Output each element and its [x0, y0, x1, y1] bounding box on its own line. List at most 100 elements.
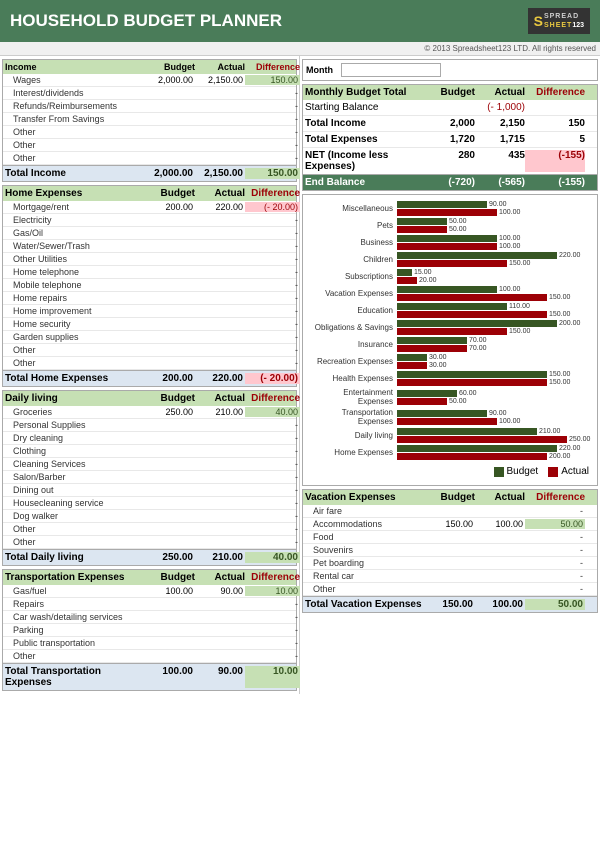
chart-row: Transportation Expenses90.00100.00 [307, 408, 593, 426]
chart-row: Entertainment Expenses60.0050.00 [307, 388, 593, 406]
table-row: Other - [3, 126, 296, 139]
row-budget [145, 472, 195, 482]
bar-budget [397, 354, 427, 361]
home-total: Total Home Expenses 200.00 220.00 (- 20.… [3, 370, 296, 386]
bar-budget-val: 50.00 [449, 218, 467, 225]
table-row: Water/Sewer/Trash - [3, 240, 296, 253]
row-diff: - [525, 545, 585, 555]
row-label: Home security [5, 319, 145, 329]
bar-actual [397, 453, 547, 460]
row-label: Garden supplies [5, 332, 145, 342]
row-actual [195, 498, 245, 508]
table-row: Gas/Oil - [3, 227, 296, 240]
daily-total: Total Daily living 250.00 210.00 40.00 [3, 549, 296, 565]
daily-header: Daily living Budget Actual Difference [3, 391, 296, 406]
row-label: Refunds/Reimbursements [5, 101, 145, 111]
table-row: Transfer From Savings - [3, 113, 296, 126]
row-actual [195, 420, 245, 430]
row-actual [475, 558, 525, 568]
bar-budget [397, 303, 507, 310]
chart-row: Home Expenses220.00200.00 [307, 445, 593, 460]
row-label: Public transportation [5, 638, 145, 648]
row-budget [425, 584, 475, 594]
bar-actual-val: 30.00 [429, 362, 447, 369]
home-section: Home Expenses Budget Actual Difference M… [2, 185, 297, 387]
bar-actual [397, 362, 427, 369]
table-row: Rental car - [303, 570, 597, 583]
row-actual [195, 345, 245, 355]
income-col-budget: Budget [145, 62, 195, 72]
row-budget [145, 228, 195, 238]
month-section: Month [302, 59, 598, 81]
row-budget [145, 537, 195, 547]
chart-row: Subscriptions15.0020.00 [307, 269, 593, 284]
table-row: Refunds/Reimbursements - [3, 100, 296, 113]
logo-spread: SPREAD [544, 12, 579, 21]
row-label: Car wash/detailing services [5, 612, 145, 622]
row-diff: - [245, 472, 300, 482]
row-budget [145, 88, 195, 98]
row-diff: - [245, 433, 300, 443]
table-row: Home improvement - [3, 305, 296, 318]
daily-rows: Groceries 250.00 210.00 40.00 Personal S… [3, 406, 296, 549]
bar-actual-val: 150.00 [549, 311, 570, 318]
header: HOUSEHOLD BUDGET PLANNER S SPREAD SHEET … [0, 0, 600, 42]
bar-actual [397, 243, 497, 250]
table-row: Salon/Barber - [3, 471, 296, 484]
bar-actual-val: 100.00 [499, 243, 520, 250]
row-label: Other Utilities [5, 254, 145, 264]
row-actual [195, 267, 245, 277]
chart-bars: 100.00150.00 [397, 286, 593, 301]
chart-row: Insurance70.0070.00 [307, 337, 593, 352]
bar-budget [397, 252, 557, 259]
row-label: Groceries [5, 407, 145, 417]
row-diff: - [245, 101, 300, 111]
row-label: Other [5, 358, 145, 368]
row-label: Parking [5, 625, 145, 635]
row-diff: - [245, 459, 300, 469]
row-diff: (- 20.00) [245, 202, 300, 212]
row-label: Rental car [305, 571, 425, 581]
row-actual: 90.00 [195, 586, 245, 596]
row-diff: - [245, 127, 300, 137]
month-input[interactable] [341, 63, 441, 77]
chart-row: Obligations & Savings200.00150.00 [307, 320, 593, 335]
bar-actual-val: 50.00 [449, 226, 467, 233]
chart-label: Miscellaneous [307, 204, 397, 213]
mbt-expenses: Total Expenses 1,720 1,715 5 [303, 132, 597, 148]
table-row: Other - [3, 357, 296, 370]
row-diff: - [245, 241, 300, 251]
row-budget [145, 280, 195, 290]
row-budget [145, 345, 195, 355]
row-label: Other [5, 140, 145, 150]
row-diff: 10.00 [245, 586, 300, 596]
row-label: Other [5, 345, 145, 355]
bar-budget [397, 320, 557, 327]
legend-budget: Budget [494, 466, 539, 477]
row-budget: 100.00 [145, 586, 195, 596]
row-label: Salon/Barber [5, 472, 145, 482]
row-label: Other [5, 153, 145, 163]
row-actual [195, 280, 245, 290]
table-row: Other - [3, 523, 296, 536]
row-actual [195, 140, 245, 150]
row-budget [145, 254, 195, 264]
monthly-budget-section: Monthly Budget Total Budget Actual Diffe… [302, 84, 598, 191]
row-budget [145, 153, 195, 163]
row-actual [195, 511, 245, 521]
home-header: Home Expenses Budget Actual Difference [3, 186, 296, 201]
transport-header: Transportation Expenses Budget Actual Di… [3, 570, 296, 585]
row-diff: - [245, 306, 300, 316]
row-budget: 2,000.00 [145, 75, 195, 85]
row-budget [145, 267, 195, 277]
row-budget [145, 446, 195, 456]
row-label: Dog walker [5, 511, 145, 521]
row-budget [145, 625, 195, 635]
vac-total: Total Vacation Expenses 150.00 100.00 50… [303, 596, 597, 612]
table-row: Mortgage/rent 200.00 220.00 (- 20.00) [3, 201, 296, 214]
app-title: HOUSEHOLD BUDGET PLANNER [10, 11, 282, 31]
bar-budget [397, 201, 487, 208]
table-row: Accommodations 150.00 100.00 50.00 [303, 518, 597, 531]
row-actual: 100.00 [475, 519, 525, 529]
row-actual: 210.00 [195, 407, 245, 417]
